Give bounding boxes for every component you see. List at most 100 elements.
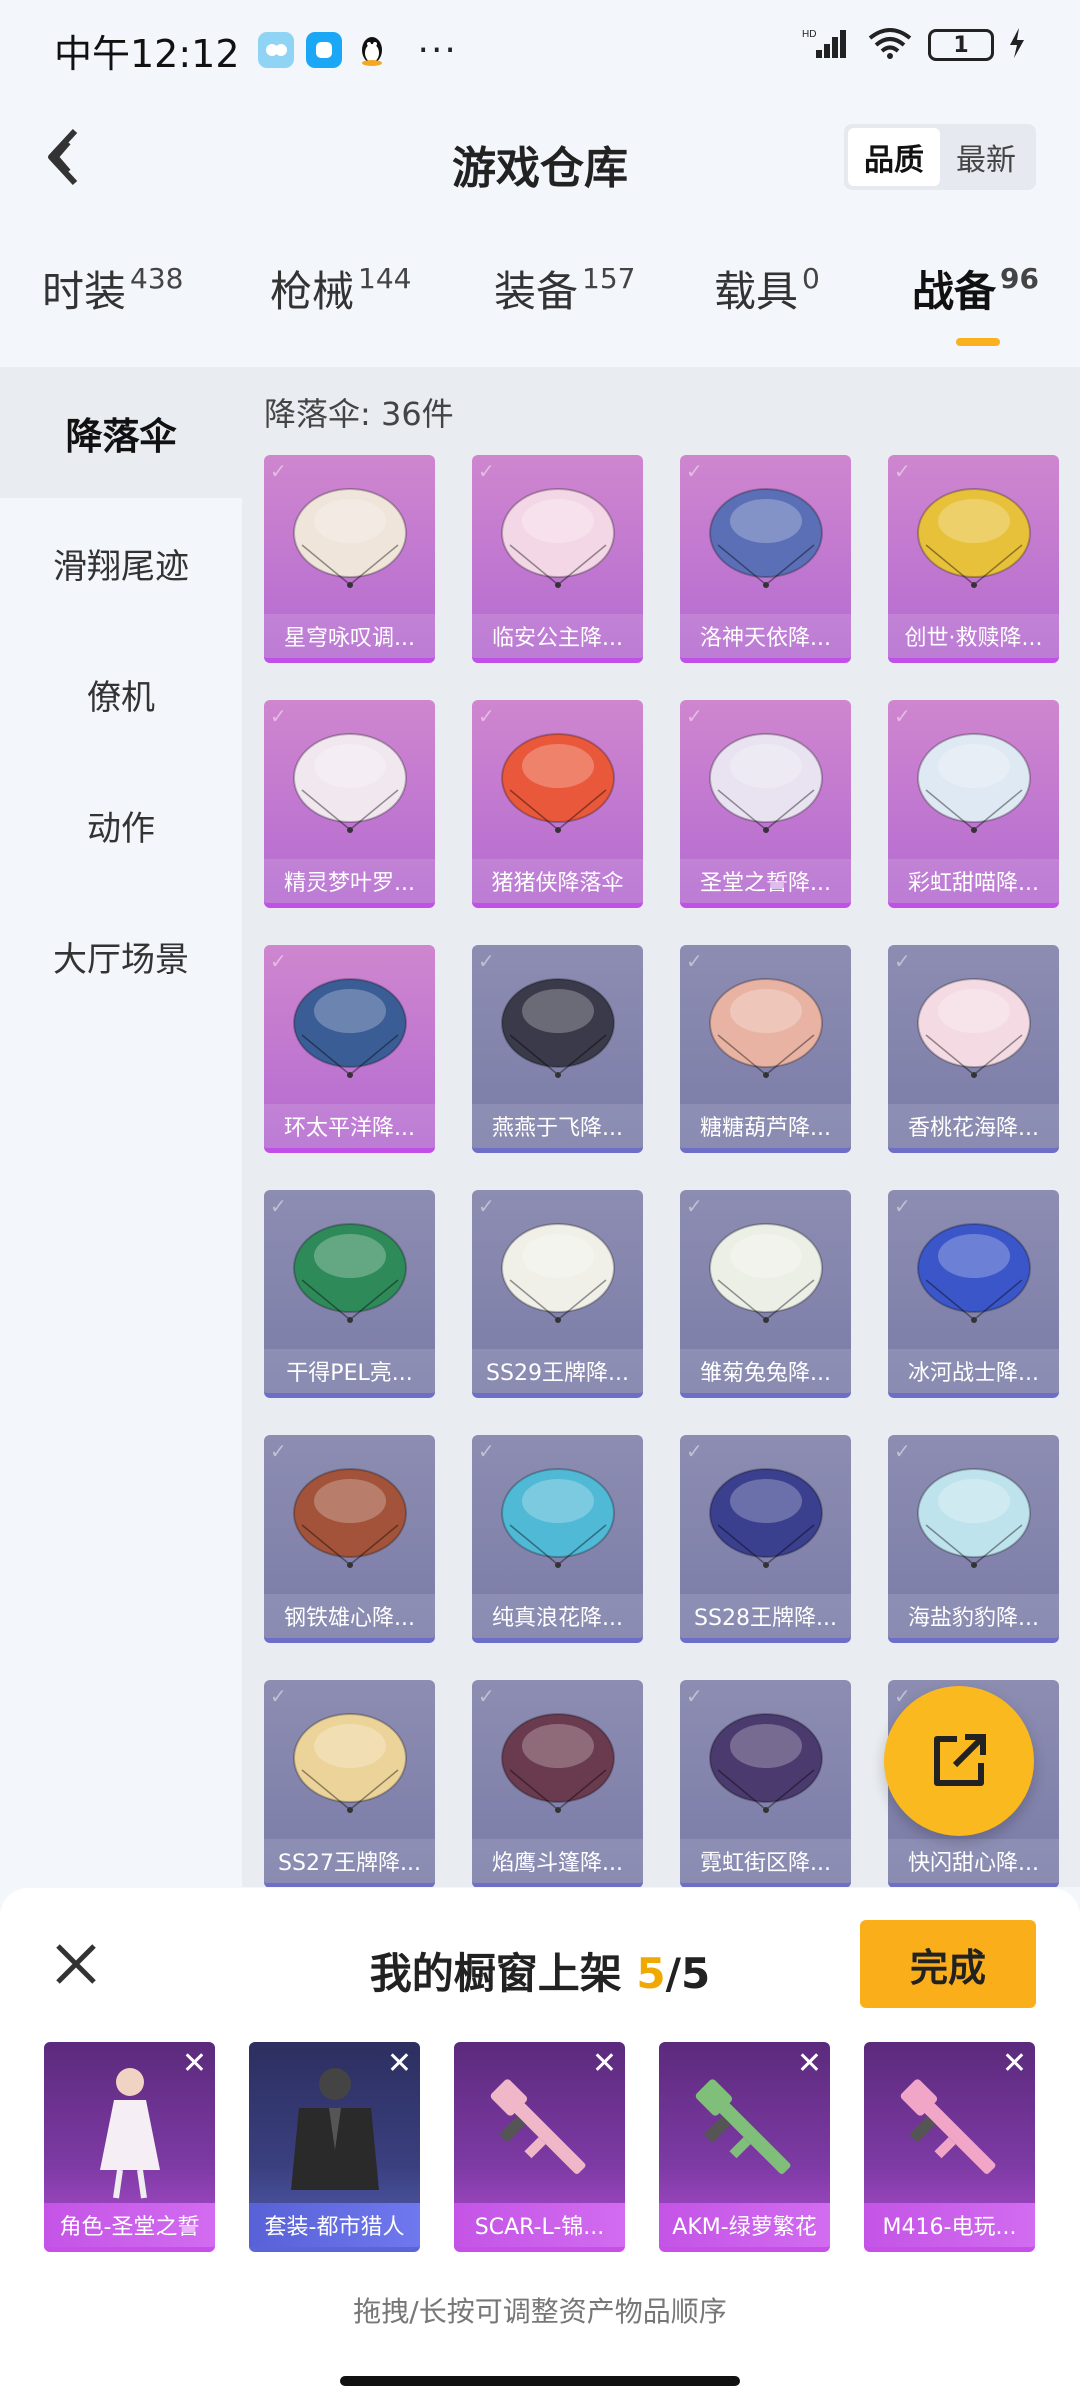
parachute-image <box>501 978 615 1078</box>
parachute-item-card[interactable]: ✓ 创世·救赎降... <box>888 455 1059 663</box>
sort-quality-option[interactable]: 品质 <box>848 128 940 186</box>
parachute-image <box>709 1223 823 1323</box>
outfit-image <box>291 2068 379 2190</box>
charging-icon <box>1008 28 1026 62</box>
parachute-item-card[interactable]: ✓ 精灵梦叶罗... <box>264 700 435 908</box>
sidebar-item-lobby-scene[interactable]: 大厅场景 <box>0 891 242 1022</box>
weapon-image <box>695 2079 791 2175</box>
share-button[interactable] <box>884 1686 1034 1836</box>
showcase-slot[interactable]: ✕ M416-电玩... <box>864 2042 1035 2252</box>
home-indicator[interactable] <box>340 2376 740 2386</box>
item-name: 海盐豹豹降... <box>888 1594 1059 1638</box>
parachute-image <box>917 733 1031 833</box>
item-name: 精灵梦叶罗... <box>264 859 435 903</box>
parachute-item-card[interactable]: ✓ 燕燕于飞降... <box>472 945 643 1153</box>
item-name: 彩虹甜喵降... <box>888 859 1059 903</box>
section-title: 降落伞: 36件 <box>264 395 454 433</box>
parachute-item-card[interactable]: ✓ 雏菊兔兔降... <box>680 1190 851 1398</box>
tab-equipment[interactable]: 装备 157 <box>494 258 635 319</box>
tab-guns[interactable]: 枪械 144 <box>270 258 411 319</box>
showcase-slot[interactable]: ✕ 角色-圣堂之誓 <box>44 2042 215 2252</box>
external-link-icon <box>934 1734 986 1786</box>
parachute-image <box>293 1468 407 1568</box>
parachute-item-card[interactable]: ✓ 纯真浪花降... <box>472 1435 643 1643</box>
item-name: 干得PEL亮... <box>264 1349 435 1393</box>
parachute-item-card[interactable]: ✓ 海盐豹豹降... <box>888 1435 1059 1643</box>
weapon-image <box>900 2079 996 2175</box>
status-time: 中午12:12 <box>54 31 240 76</box>
parachute-item-card[interactable]: ✓ 干得PEL亮... <box>264 1190 435 1398</box>
showcase-slot[interactable]: ✕ 套装-都市猎人 <box>249 2042 420 2252</box>
showcase-total: 5 <box>680 1949 711 1998</box>
parachute-image <box>293 1223 407 1323</box>
item-name: 纯真浪花降... <box>472 1594 643 1638</box>
sidebar: 降落伞 滑翔尾迹 僚机 动作 大厅场景 <box>0 367 242 1887</box>
parachute-image <box>501 488 615 588</box>
parachute-item-card[interactable]: ✓ 临安公主降... <box>472 455 643 663</box>
parachute-item-card[interactable]: ✓ 糖糖葫芦降... <box>680 945 851 1153</box>
sidebar-item-wingman[interactable]: 僚机 <box>0 629 242 760</box>
sidebar-item-glide-trail[interactable]: 滑翔尾迹 <box>0 498 242 629</box>
title-bar: 游戏仓库 品质 最新 <box>0 100 1080 215</box>
item-name: 洛神天依降... <box>680 614 851 658</box>
item-name: 霓虹街区降... <box>680 1839 851 1883</box>
tab-supplies[interactable]: 战备 96 <box>912 258 1039 346</box>
item-name: SS27王牌降... <box>264 1839 435 1883</box>
parachute-item-card[interactable]: ✓ 环太平洋降... <box>264 945 435 1153</box>
item-grid: ✓ 星穹咏叹调... ✓ 临安公主降... ✓ 洛神天依降... ✓ 创世·救赎降... ✓ 精灵… <box>264 455 1059 1887</box>
parachute-item-card[interactable]: ✓ 猪猪侠降落伞 <box>472 700 643 908</box>
parachute-image <box>709 733 823 833</box>
parachute-item-card[interactable]: ✓ SS27王牌降... <box>264 1680 435 1887</box>
parachute-image <box>709 1468 823 1568</box>
parachute-image <box>293 978 407 1078</box>
parachute-item-card[interactable]: ✓ SS29王牌降... <box>472 1190 643 1398</box>
item-name: 糖糖葫芦降... <box>680 1104 851 1148</box>
sort-newest-option[interactable]: 最新 <box>940 128 1032 186</box>
tab-fashion[interactable]: 时装 438 <box>42 258 183 319</box>
parachute-item-card[interactable]: ✓ 彩虹甜喵降... <box>888 700 1059 908</box>
parachute-item-card[interactable]: ✓ 钢铁雄心降... <box>264 1435 435 1643</box>
parachute-image <box>501 1713 615 1813</box>
showcase-slots: ✕ 角色-圣堂之誓 ✕ 套装-都市猎人 ✕ SCAR-L-锦... ✕ AKM-绿萝繁花 ✕ M4… <box>44 2042 1035 2252</box>
active-tab-indicator <box>956 338 1000 346</box>
showcase-count-separator: / <box>665 1949 681 1998</box>
parachute-image <box>501 1223 615 1323</box>
item-name: 环太平洋降... <box>264 1104 435 1148</box>
reorder-hint: 拖拽/长按可调整资产物品顺序 <box>353 2295 727 2328</box>
sidebar-item-parachute[interactable]: 降落伞 <box>0 367 242 498</box>
parachute-item-card[interactable]: ✓ 霓虹街区降... <box>680 1680 851 1887</box>
item-name: SS29王牌降... <box>472 1349 643 1393</box>
item-name: 钢铁雄心降... <box>264 1594 435 1638</box>
parachute-item-card[interactable]: ✓ 冰河战士降... <box>888 1190 1059 1398</box>
sidebar-item-emote[interactable]: 动作 <box>0 760 242 891</box>
character-image <box>100 2068 160 2199</box>
item-name: 创世·救赎降... <box>888 614 1059 658</box>
parachute-item-card[interactable]: ✓ 焰鹰斗篷降... <box>472 1680 643 1887</box>
parachute-item-card[interactable]: ✓ SS28王牌降... <box>680 1435 851 1643</box>
parachute-item-card[interactable]: ✓ 圣堂之誓降... <box>680 700 851 908</box>
slot-name: M416-电玩... <box>864 2203 1035 2247</box>
parachute-item-card[interactable]: ✓ 星穹咏叹调... <box>264 455 435 663</box>
tab-vehicles[interactable]: 载具 0 <box>714 258 820 319</box>
sort-toggle[interactable]: 品质 最新 <box>844 124 1036 190</box>
item-name: 临安公主降... <box>472 614 643 658</box>
more-notifications-icon: ··· <box>417 29 458 71</box>
item-name: 雏菊兔兔降... <box>680 1349 851 1393</box>
item-name: 猪猪侠降落伞 <box>472 859 643 903</box>
parachute-image <box>917 1468 1031 1568</box>
item-name: 快闪甜心降... <box>888 1839 1059 1883</box>
slot-name: 角色-圣堂之誓 <box>44 2203 215 2247</box>
done-button[interactable]: 完成 <box>860 1920 1036 2008</box>
parachute-item-card[interactable]: ✓ 香桃花海降... <box>888 945 1059 1153</box>
parachute-image <box>917 1223 1031 1323</box>
item-name: 圣堂之誓降... <box>680 859 851 903</box>
wifi-icon <box>866 26 914 64</box>
parachute-image <box>501 733 615 833</box>
item-name: 冰河战士降... <box>888 1349 1059 1393</box>
signal-icon: HD <box>802 26 852 64</box>
chat-app-icon <box>305 32 342 68</box>
showcase-slot[interactable]: ✕ SCAR-L-锦... <box>454 2042 625 2252</box>
showcase-slot[interactable]: ✕ AKM-绿萝繁花 <box>659 2042 830 2252</box>
parachute-image <box>709 1713 823 1813</box>
parachute-item-card[interactable]: ✓ 洛神天依降... <box>680 455 851 663</box>
